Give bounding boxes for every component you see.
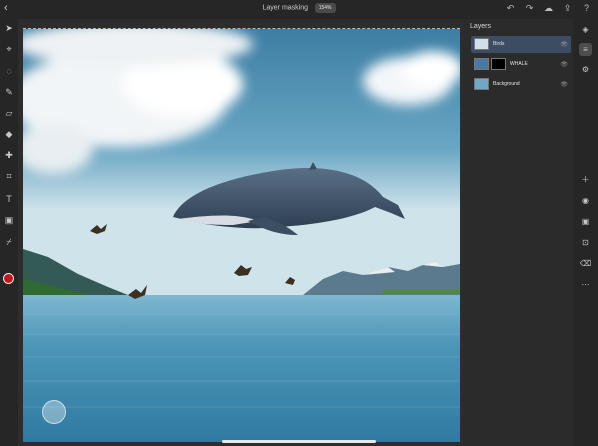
layer-name: Background	[493, 81, 520, 87]
top-actions: ↶ ↷ ☁ ⇪ ?	[505, 2, 592, 14]
clear-icon[interactable]: ⌫	[579, 257, 592, 270]
help-icon[interactable]: ?	[581, 2, 592, 14]
eraser-icon[interactable]: ▱	[3, 107, 15, 119]
layer-row-background[interactable]: Background 👁	[471, 76, 571, 93]
share-icon[interactable]: ⇪	[562, 2, 573, 14]
visibility-eye-icon[interactable]: 👁	[560, 41, 568, 48]
eyedropper-icon[interactable]: ⌿	[3, 236, 15, 248]
sea	[23, 295, 460, 442]
layer-row-whale[interactable]: WHALE 👁	[471, 56, 571, 73]
canvas-area	[18, 19, 463, 446]
cloud-icon[interactable]: ☁	[543, 2, 554, 14]
add-layer-icon[interactable]: ＋	[579, 173, 592, 186]
healing-icon[interactable]: ✚	[3, 149, 15, 161]
paint-bucket-icon[interactable]: ◆	[3, 128, 15, 140]
home-indicator[interactable]	[222, 440, 376, 443]
image-place-icon[interactable]: ▣	[3, 214, 15, 226]
layers-panel-title: Layers	[470, 23, 492, 30]
layer-row-birds[interactable]: Birds 👁	[471, 36, 571, 53]
layer-thumbnail	[474, 58, 489, 70]
document-canvas[interactable]	[23, 28, 460, 442]
visibility-icon[interactable]: ◉	[579, 194, 592, 207]
select-icon[interactable]: ➤	[3, 22, 15, 34]
type-icon[interactable]: T	[3, 193, 15, 205]
layer-properties-icon[interactable]: ≡	[579, 43, 592, 56]
mask-icon[interactable]: ▣	[579, 215, 592, 228]
left-toolbar: ➤ ⌖ ◌ ✎ ▱ ◆ ✚ ⌗ T ▣ ⌿	[0, 19, 18, 446]
foreground-color-swatch[interactable]	[3, 273, 14, 284]
crop-icon[interactable]: ⌗	[3, 170, 15, 182]
layer-name: WHALE	[510, 61, 528, 67]
document-title[interactable]: Layer masking	[263, 5, 309, 12]
redo-icon[interactable]: ↷	[524, 2, 535, 14]
layer-thumbnail	[474, 78, 489, 90]
layers-icon[interactable]: ◈	[579, 23, 592, 36]
layers-panel: Layers Birds 👁 WHALE 👁 Background 👁	[463, 19, 573, 446]
zoom-level[interactable]: 154%	[314, 3, 336, 13]
layer-name: Birds	[493, 41, 505, 47]
brush-icon[interactable]: ✎	[3, 86, 15, 98]
visibility-eye-icon[interactable]: 👁	[560, 81, 568, 88]
visibility-eye-icon[interactable]: 👁	[560, 61, 568, 68]
right-toolbar: ◈ ≡ ⚙ ＋ ◉ ▣ ⊡ ⌫ ⋯	[573, 19, 598, 446]
more-icon[interactable]: ⋯	[579, 278, 592, 291]
layer-mask-thumbnail[interactable]	[491, 58, 506, 70]
undo-icon[interactable]: ↶	[505, 2, 516, 14]
top-bar: ‹ Layer masking 154% ↶ ↷ ☁ ⇪ ?	[0, 0, 598, 19]
composite-image	[23, 29, 460, 442]
fill-icon[interactable]: ⊡	[579, 236, 592, 249]
layer-thumbnail	[474, 38, 489, 50]
touch-indicator	[42, 400, 66, 424]
adjustments-icon[interactable]: ⚙	[579, 63, 592, 76]
transform-icon[interactable]: ⌖	[3, 43, 15, 55]
lasso-icon[interactable]: ◌	[3, 65, 15, 77]
